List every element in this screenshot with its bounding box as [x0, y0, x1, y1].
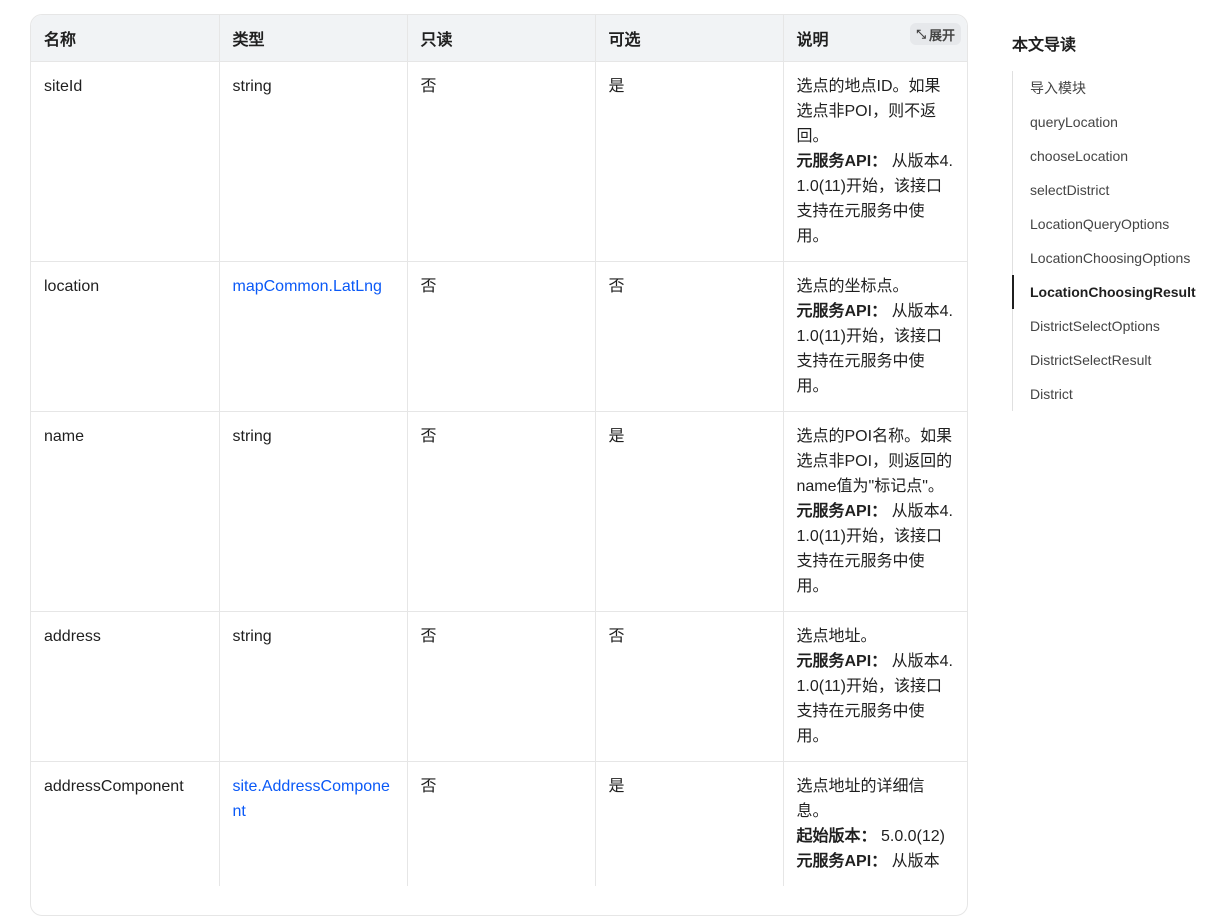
param-type: string — [232, 78, 272, 95]
param-name-cell: siteId — [31, 61, 220, 262]
description-cell: 选点地址。元服务API： 从版本4.1.0(11)开始，该接口支持在元服务中使用… — [783, 611, 967, 762]
optional-value-cell: 是 — [595, 761, 784, 886]
meta-value: 5.0.0(12) — [880, 828, 946, 845]
toc-item[interactable]: queryLocation — [1013, 105, 1230, 139]
toc-item[interactable]: LocationQueryOptions — [1013, 207, 1230, 241]
meta-label: 元服务API： — [796, 153, 888, 170]
table-header-row: 名称 类型 只读 可选 说明 ⤡ 展开 — [31, 15, 967, 62]
param-name: location — [44, 278, 100, 295]
optional-value-cell: 是 — [595, 61, 784, 262]
toc-item[interactable]: DistrictSelectOptions — [1013, 309, 1230, 343]
description-meta: 起始版本： 5.0.0(12) — [797, 824, 955, 849]
description-text: 选点地址。 — [796, 628, 877, 645]
meta-value: 从版本 — [891, 853, 940, 870]
readonly-value-cell: 否 — [407, 261, 596, 412]
description-text: 选点的POI名称。如果选点非POI，则返回的name值为"标记点"。 — [796, 428, 953, 495]
readonly-value: 否 — [420, 778, 437, 795]
params-table-container: 名称 类型 只读 可选 说明 ⤡ 展开 siteId string 否是选点的地点I… — [30, 14, 968, 916]
readonly-value: 否 — [420, 428, 437, 445]
header-description: 说明 ⤡ 展开 — [783, 15, 967, 62]
description-cell: 选点地址的详细信息。 起始版本： 5.0.0(12) 元服务API： 从版本 — [783, 761, 967, 886]
description-meta: 元服务API： 从版本4.1.0(11)开始，该接口支持在元服务中使用。 — [797, 499, 955, 599]
optional-value: 是 — [608, 778, 625, 795]
description-cell: 选点的坐标点。元服务API： 从版本4.1.0(11)开始，该接口支持在元服务中… — [783, 261, 967, 412]
type-link-cell: site.AddressComponent — [219, 761, 408, 886]
header-type: 类型 — [219, 15, 408, 62]
header-readonly: 只读 — [407, 15, 596, 62]
toc-item[interactable]: selectDistrict — [1013, 173, 1230, 207]
header-description-label: 说明 — [796, 32, 829, 49]
toc-title: 本文导读 — [1012, 37, 1077, 54]
description-cell: 选点的地点ID。如果选点非POI，则不返回。 元服务API： 从版本4.1.0(1… — [783, 61, 967, 262]
optional-value-cell: 否 — [595, 611, 784, 762]
toc-item[interactable]: District — [1013, 377, 1230, 411]
expand-label: 展开 — [928, 27, 955, 43]
toc-item[interactable]: 导入模块 — [1013, 71, 1230, 105]
optional-value-cell: 否 — [595, 261, 784, 412]
readonly-value-cell: 否 — [407, 61, 596, 262]
description-meta: 元服务API： 从版本4.1.0(11)开始，该接口支持在元服务中使用。 — [797, 299, 955, 399]
param-name: address — [44, 628, 101, 645]
meta-label: 元服务API： — [796, 503, 888, 520]
description-meta: 元服务API： 从版本4.1.0(11)开始，该接口支持在元服务中使用。 — [797, 149, 955, 249]
param-type-cell: string — [219, 61, 408, 262]
optional-value: 否 — [608, 278, 625, 295]
param-name-cell: address — [31, 611, 220, 762]
readonly-value: 否 — [420, 78, 437, 95]
param-name: name — [44, 428, 85, 445]
param-name-cell: addressComponent — [31, 761, 220, 886]
param-type-cell: string — [219, 411, 408, 612]
type-link[interactable]: mapCommon.LatLng — [233, 278, 382, 295]
toc-item[interactable]: chooseLocation — [1013, 139, 1230, 173]
table-row: addressComponent site.AddressComponent 否 是 选… — [31, 761, 967, 886]
meta-label: 起始版本： — [796, 828, 877, 845]
meta-label: 元服务API： — [796, 653, 888, 670]
toc-item[interactable]: LocationChoosingOptions — [1013, 241, 1230, 275]
meta-label: 元服务API： — [796, 853, 888, 870]
description-meta: 元服务API： 从版本 — [797, 849, 955, 874]
param-name: siteId — [44, 78, 83, 95]
param-type: string — [232, 428, 272, 445]
param-type: string — [232, 628, 272, 645]
expand-button[interactable]: ⤡ 展开 — [910, 23, 961, 45]
optional-value: 是 — [608, 428, 625, 445]
optional-value-cell: 是 — [595, 411, 784, 612]
param-name-cell: location — [31, 261, 220, 412]
table-row: siteId string 否是选点的地点ID。如果选点非POI，则不返回。 元服务A… — [31, 61, 967, 262]
expand-icon: ⤡ — [916, 26, 926, 41]
toc-panel: 本文导读 导入模块 queryLocation chooseLocation sele… — [1012, 34, 1230, 411]
description-text: 选点的坐标点。 — [796, 278, 909, 295]
optional-value: 否 — [608, 628, 625, 645]
table-row: location mapCommon.LatLng 否否选点的坐标点。 元服务API：… — [31, 261, 967, 412]
description-text: 选点的地点ID。如果选点非POI，则不返回。 — [796, 78, 941, 145]
toc-list: 导入模块 queryLocation chooseLocation selectDis… — [1012, 71, 1230, 411]
toc-item[interactable]: LocationChoosingResult — [1012, 275, 1230, 309]
readonly-value-cell: 否 — [407, 611, 596, 762]
toc-item[interactable]: DistrictSelectResult — [1013, 343, 1230, 377]
header-name: 名称 — [31, 15, 220, 62]
param-type-cell: string — [219, 611, 408, 762]
meta-label: 元服务API： — [796, 303, 888, 320]
header-optional: 可选 — [595, 15, 784, 62]
readonly-value-cell: 否 — [407, 761, 596, 886]
type-link-cell: mapCommon.LatLng — [219, 261, 408, 412]
description-meta: 元服务API： 从版本4.1.0(11)开始，该接口支持在元服务中使用。 — [797, 649, 955, 749]
readonly-value-cell: 否 — [407, 411, 596, 612]
param-name: addressComponent — [44, 778, 184, 795]
description-text: 选点地址的详细信息。 — [796, 778, 925, 820]
table-row: address string 否 否 选点地址。元服务API： 从版本4.1.0(11)… — [31, 611, 967, 762]
description-cell: 选点的POI名称。如果选点非POI，则返回的name值为"标记点"。 元服务API… — [783, 411, 967, 612]
param-name-cell: name — [31, 411, 220, 612]
readonly-value: 否 — [420, 278, 437, 295]
type-link[interactable]: site.AddressComponent — [233, 778, 390, 820]
params-table: 名称 类型 只读 可选 说明 ⤡ 展开 siteId string 否是选点的地点I… — [31, 15, 967, 886]
optional-value: 是 — [608, 78, 625, 95]
table-row: name string 否 是 选点的POI名称。如果选点非POI，则返回的name值为… — [31, 411, 967, 612]
readonly-value: 否 — [420, 628, 437, 645]
